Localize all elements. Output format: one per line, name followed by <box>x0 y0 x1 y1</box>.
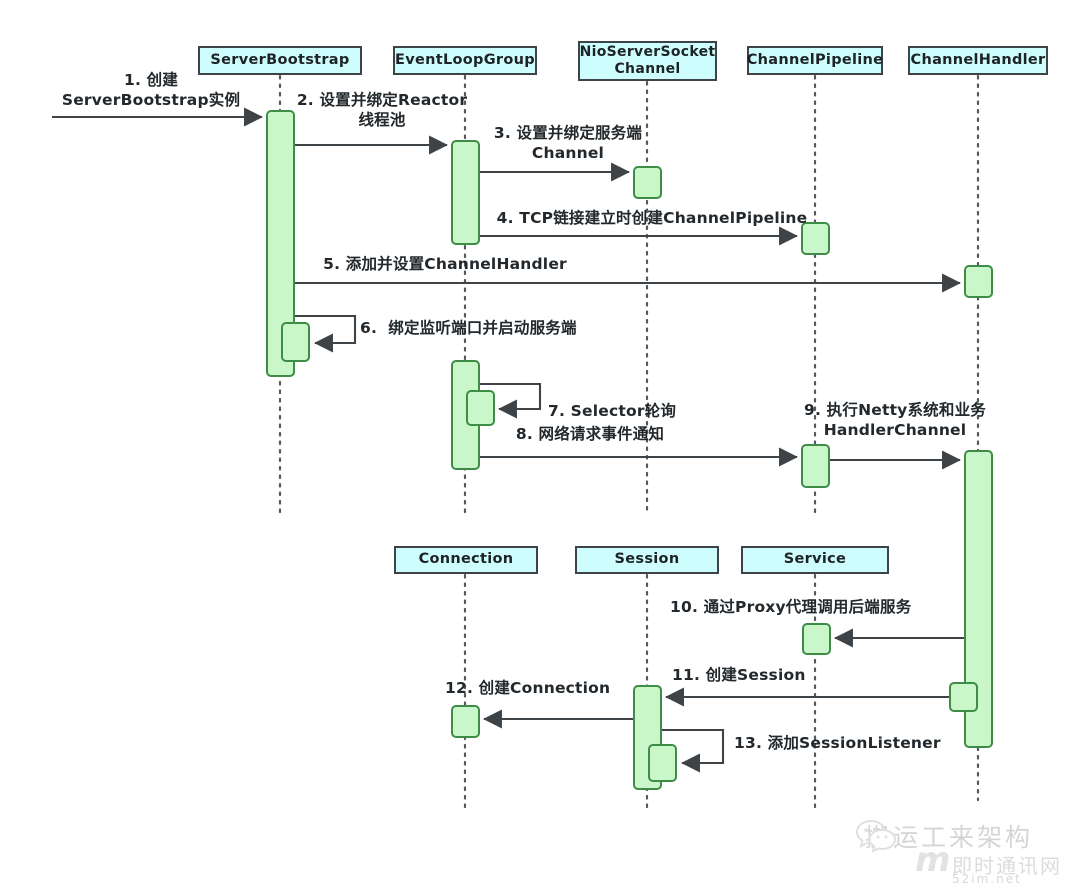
activation-bar-session-self <box>648 744 677 782</box>
message-label-1: 1. 创建 ServerBootstrap实例 <box>61 71 241 110</box>
participant-label: ChannelPipeline <box>746 51 884 68</box>
message-label-8: 8. 网络请求事件通知 <box>515 425 665 443</box>
activation-bar-channelhandler-nested <box>949 682 978 712</box>
message-label-2: 2. 设置并绑定Reactor 线程池 <box>296 91 468 130</box>
watermark-url: 52im.net <box>952 872 1022 886</box>
message-label-5: 5. 添加并设置ChannelHandler <box>323 255 567 273</box>
activation-bar-nioserversocketchannel <box>633 166 662 199</box>
activation-bar-channelpipeline-2 <box>801 444 830 488</box>
message-label-10: 10. 通过Proxy代理调用后端服务 <box>670 598 912 616</box>
message-label-13: 13. 添加SessionListener <box>734 734 941 752</box>
watermark-mark-m: m <box>915 840 951 880</box>
participant-label: ServerBootstrap <box>210 51 350 68</box>
activation-bar-channelhandler-1 <box>964 265 993 298</box>
activation-bar-service <box>802 623 831 655</box>
message-label-3: 3. 设置并绑定服务端 Channel <box>493 124 643 163</box>
participant-connection[interactable]: Connection <box>394 546 538 574</box>
sequence-diagram-canvas: ServerBootstrap EventLoopGroup NioServer… <box>0 0 1080 887</box>
message-label-7: 7. Selector轮询 <box>548 402 677 420</box>
activation-bar-eventloopgroup-self <box>466 390 495 426</box>
participant-label: EventLoopGroup <box>395 51 535 68</box>
participant-service[interactable]: Service <box>741 546 889 574</box>
message-label-4: 4. TCP链接建立时创建ChannelPipeline <box>496 209 808 227</box>
message-label-6: 6. 绑定监听端口并启动服务端 <box>360 319 577 337</box>
participant-label: Service <box>783 551 847 568</box>
message-label-11: 11. 创建Session <box>672 666 806 684</box>
message-label-9: 9. 执行Netty系统和业务 HandlerChannel <box>804 401 986 440</box>
participant-nioserversocketchannel[interactable]: NioServerSocket Channel <box>578 41 717 81</box>
activation-bar-serverbootstrap-self <box>281 322 310 362</box>
wechat-logo-icon <box>855 819 897 853</box>
participant-channelhandler[interactable]: ChannelHandler <box>908 46 1048 75</box>
participant-label: Connection <box>418 551 514 568</box>
participant-session[interactable]: Session <box>575 546 719 574</box>
activation-bar-connection <box>451 705 480 738</box>
participant-label: Session <box>614 551 680 568</box>
participant-label: NioServerSocket Channel <box>579 44 716 77</box>
message-label-12: 12. 创建Connection <box>445 679 611 697</box>
participant-channelpipeline[interactable]: ChannelPipeline <box>747 46 883 75</box>
participant-label: ChannelHandler <box>910 51 1046 68</box>
participant-eventloopgroup[interactable]: EventLoopGroup <box>393 46 537 75</box>
